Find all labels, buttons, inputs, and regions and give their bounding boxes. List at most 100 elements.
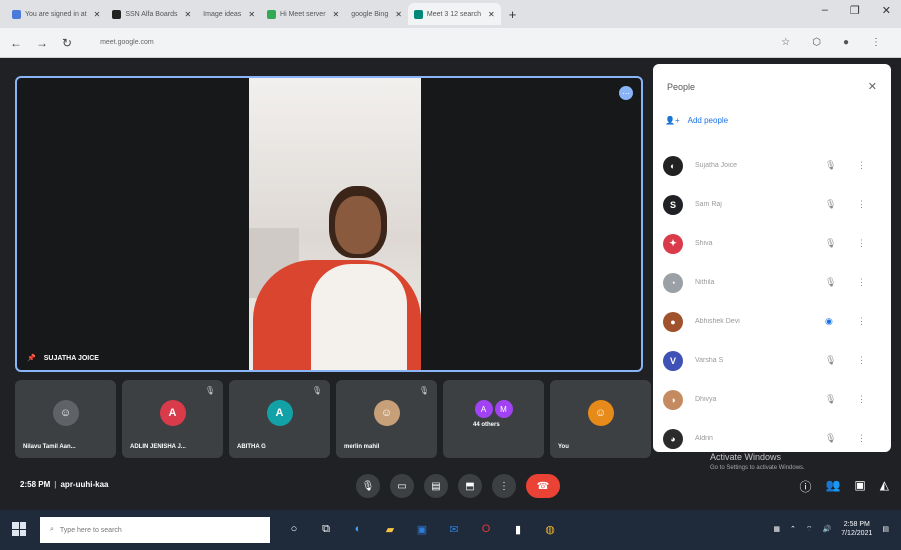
muted-mic-icon[interactable]: 🎙 <box>825 433 847 444</box>
clock-time: 2:58 PM <box>843 521 870 528</box>
chat-icon[interactable]: ▣ <box>854 478 865 495</box>
info-icon[interactable]: ⓘ <box>799 478 811 495</box>
back-icon[interactable]: ← <box>10 36 22 50</box>
document-icon[interactable]: ▮ <box>508 518 528 540</box>
menu-icon[interactable]: ⋮ <box>871 37 881 48</box>
participant-name: Nithila <box>695 279 715 286</box>
forward-icon[interactable]: → <box>36 36 48 50</box>
network-icon[interactable]: ⌔ <box>806 525 813 534</box>
volume-icon[interactable]: 🔊 <box>823 525 832 533</box>
store-icon[interactable]: ▣ <box>412 518 432 540</box>
others-tile[interactable]: A M 44 others <box>443 380 544 458</box>
participant-tile[interactable]: ☺ Nilavu Tamil Aan... <box>15 380 116 458</box>
participant-row[interactable]: ◐ Sujatha Joice 🎙 ⋮ <box>663 146 883 185</box>
participant-row[interactable]: S Sam Raj 🎙 ⋮ <box>663 185 883 224</box>
close-tab-icon[interactable]: ✕ <box>488 10 495 19</box>
participant-avatar: ☺ <box>52 400 79 426</box>
participant-options-icon[interactable]: ⋮ <box>857 160 866 171</box>
participant-row[interactable]: ◑ Dhivya 🎙 ⋮ <box>663 380 883 419</box>
add-people-button[interactable]: 👤+ Add people <box>665 116 728 125</box>
browser-tab[interactable]: Image ideas ✕ <box>197 3 261 25</box>
captions-button[interactable]: ▤ <box>424 474 448 498</box>
tile-options-icon[interactable]: ⋯ <box>619 86 633 100</box>
present-button[interactable]: ⬒ <box>458 474 482 498</box>
tray-app-icon[interactable]: ▦ <box>773 525 780 533</box>
reload-icon[interactable]: ↻ <box>62 36 72 50</box>
browser-tab-active[interactable]: Meet 3 12 search ✕ <box>407 3 501 25</box>
more-options-button[interactable]: ⋮ <box>492 474 516 498</box>
notification-icon[interactable]: ▤ <box>882 525 889 533</box>
camera-button[interactable]: ▭ <box>390 474 414 498</box>
file-explorer-icon[interactable]: ▰ <box>380 518 400 540</box>
end-call-button[interactable]: ☎ <box>526 474 560 498</box>
participant-name: Aldrin <box>695 435 713 442</box>
participant-row[interactable]: ✦ Shiva 🎙 ⋮ <box>663 224 883 263</box>
muted-mic-icon[interactable]: 🎙 <box>825 394 847 405</box>
participant-row[interactable]: ● Abhishek Devi ◉ ⋮ <box>663 302 883 341</box>
participant-tile[interactable]: 🎙 A ABITHA G <box>229 380 330 458</box>
browser-tab[interactable]: Hi Meet server ✕ <box>261 3 345 25</box>
taskbar-search[interactable]: ⌕ Type here to search <box>40 517 270 543</box>
search-icon: ⌕ <box>50 526 54 533</box>
participant-options-icon[interactable]: ⋮ <box>857 433 866 444</box>
chrome-icon[interactable]: ◍ <box>540 518 560 540</box>
participant-tile[interactable]: 🎙 ☺ merlin mahil <box>336 380 437 458</box>
muted-mic-icon[interactable]: 🎙 <box>825 238 847 249</box>
close-panel-icon[interactable]: ✕ <box>868 80 877 93</box>
self-tile[interactable]: ☺ You <box>550 380 651 458</box>
browser-tab[interactable]: google Bing ✕ <box>345 3 408 25</box>
pin-icon[interactable]: 📌 <box>27 354 36 362</box>
participant-name: Abhishek Devi <box>695 318 740 325</box>
muted-mic-icon[interactable]: 🎙 <box>825 277 847 288</box>
taskbar-clock[interactable]: 2:58 PM 7/12/2021 <box>841 520 872 538</box>
profile-icon[interactable]: ● <box>843 37 849 48</box>
browser-tab[interactable]: You are signed in at ✕ <box>6 3 106 25</box>
participant-options-icon[interactable]: ⋮ <box>857 355 866 366</box>
participant-name: Sam Raj <box>695 201 722 208</box>
participant-name: Shiva <box>695 240 713 247</box>
extension-icon[interactable]: ⬡ <box>812 37 821 48</box>
main-video-tile[interactable]: ⋯ 📌 SUJATHA JOICE <box>15 76 643 372</box>
windows-start-icon[interactable] <box>12 522 26 536</box>
new-tab-button[interactable]: + <box>509 7 517 22</box>
microphone-button[interactable]: 🎙 <box>356 474 380 498</box>
participant-options-icon[interactable]: ⋮ <box>857 316 866 327</box>
participant-avatar: ◑ <box>663 389 683 410</box>
muted-mic-icon[interactable]: 🎙 <box>825 199 847 210</box>
close-tab-icon[interactable]: ✕ <box>94 10 101 19</box>
participant-row[interactable]: ◔ Nithila 🎙 ⋮ <box>663 263 883 302</box>
muted-mic-icon[interactable]: 🎙 <box>825 160 847 171</box>
muted-mic-icon[interactable]: 🎙 <box>825 355 847 366</box>
participant-options-icon[interactable]: ⋮ <box>857 238 866 249</box>
participant-tile[interactable]: 🎙 A ADLIN JENISHA J... <box>122 380 223 458</box>
browser-tab[interactable]: SSN Alfa Boards ✕ <box>106 3 197 25</box>
maximize-icon[interactable]: ❐ <box>850 4 860 17</box>
mail-icon[interactable]: ✉ <box>444 518 464 540</box>
close-tab-icon[interactable]: ✕ <box>248 10 255 19</box>
minimize-icon[interactable]: – <box>822 4 828 17</box>
close-tab-icon[interactable]: ✕ <box>395 10 402 19</box>
bookmark-star-icon[interactable]: ☆ <box>781 37 790 48</box>
tab-title: SSN Alfa Boards <box>125 10 178 18</box>
cortana-icon[interactable]: ○ <box>284 518 304 540</box>
self-avatar: ☺ <box>587 400 614 426</box>
opera-icon[interactable]: O <box>476 518 496 540</box>
people-icon[interactable]: 👥 <box>825 478 840 495</box>
speaker-scarf <box>311 264 407 370</box>
task-view-icon[interactable]: ⧉ <box>316 518 336 540</box>
participant-row[interactable]: ◕ Aldrin 🎙 ⋮ <box>663 419 883 458</box>
meeting-side-icons: ⓘ 👥 ▣ ◭ <box>799 478 889 495</box>
chevron-up-icon[interactable]: ⌃ <box>790 525 796 533</box>
edge-icon[interactable]: ◐ <box>348 518 368 540</box>
close-tab-icon[interactable]: ✕ <box>333 10 340 19</box>
speaking-indicator-icon[interactable]: ◉ <box>825 316 847 327</box>
url-field[interactable]: meet.google.com <box>100 39 520 46</box>
participant-row[interactable]: V Varsha S 🎙 ⋮ <box>663 341 883 380</box>
participant-options-icon[interactable]: ⋮ <box>857 277 866 288</box>
participant-options-icon[interactable]: ⋮ <box>857 394 866 405</box>
close-tab-icon[interactable]: ✕ <box>184 10 191 19</box>
close-window-icon[interactable]: ✕ <box>882 4 891 17</box>
activities-icon[interactable]: ◭ <box>880 478 889 495</box>
speaker-video <box>249 78 421 370</box>
participant-options-icon[interactable]: ⋮ <box>857 199 866 210</box>
